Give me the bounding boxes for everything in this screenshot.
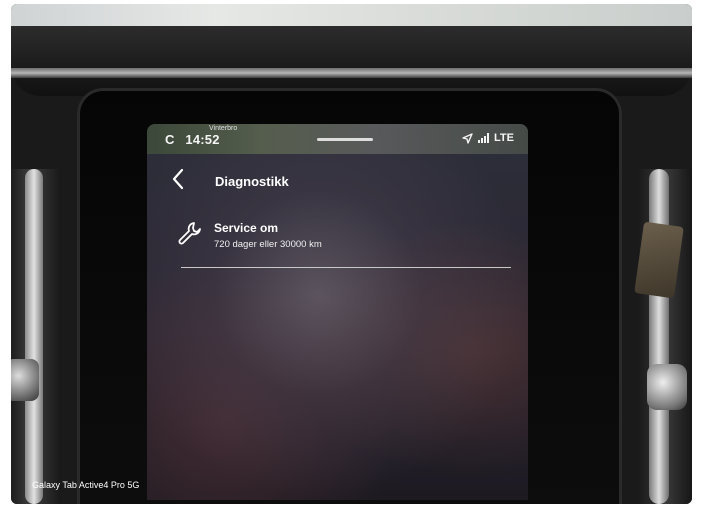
- network-type: LTE: [494, 132, 514, 144]
- service-title: Service om: [214, 221, 279, 235]
- status-bar[interactable]: Vinterbro C 14:52 LTE: [147, 124, 528, 154]
- page-header: Diagnostikk: [147, 160, 528, 200]
- drag-handle[interactable]: [317, 138, 373, 141]
- dashboard-top: [11, 26, 692, 96]
- status-time: 14:52: [185, 132, 220, 147]
- map-place-label: Vinterbro: [209, 125, 238, 132]
- right-vent-bar: [649, 169, 669, 504]
- left-vent-bar: [25, 169, 43, 504]
- page-title: Diagnostikk: [215, 174, 289, 189]
- signal-icon: [478, 133, 490, 143]
- left-vent-knob: [11, 359, 39, 401]
- photo-caption: Galaxy Tab Active4 Pro 5G: [32, 480, 140, 490]
- status-letter: C: [165, 132, 175, 147]
- service-info-row[interactable]: Service om 720 dager eller 30000 km: [165, 214, 510, 264]
- right-air-vent: [639, 169, 692, 504]
- right-vent-knob: [647, 364, 687, 410]
- divider: [181, 267, 511, 268]
- infotainment-screen: Vinterbro C 14:52 LTE Diagnostikk Servic…: [147, 124, 528, 500]
- chevron-left-icon: [172, 168, 184, 190]
- wrench-icon: [178, 222, 201, 245]
- status-right: LTE: [462, 132, 514, 144]
- chrome-trim: [11, 68, 692, 78]
- status-left: C 14:52: [165, 132, 227, 147]
- left-air-vent: [11, 169, 61, 504]
- back-button[interactable]: [165, 166, 191, 192]
- service-subtitle: 720 dager eller 30000 km: [214, 239, 322, 250]
- navigation-arrow-icon: [462, 132, 473, 144]
